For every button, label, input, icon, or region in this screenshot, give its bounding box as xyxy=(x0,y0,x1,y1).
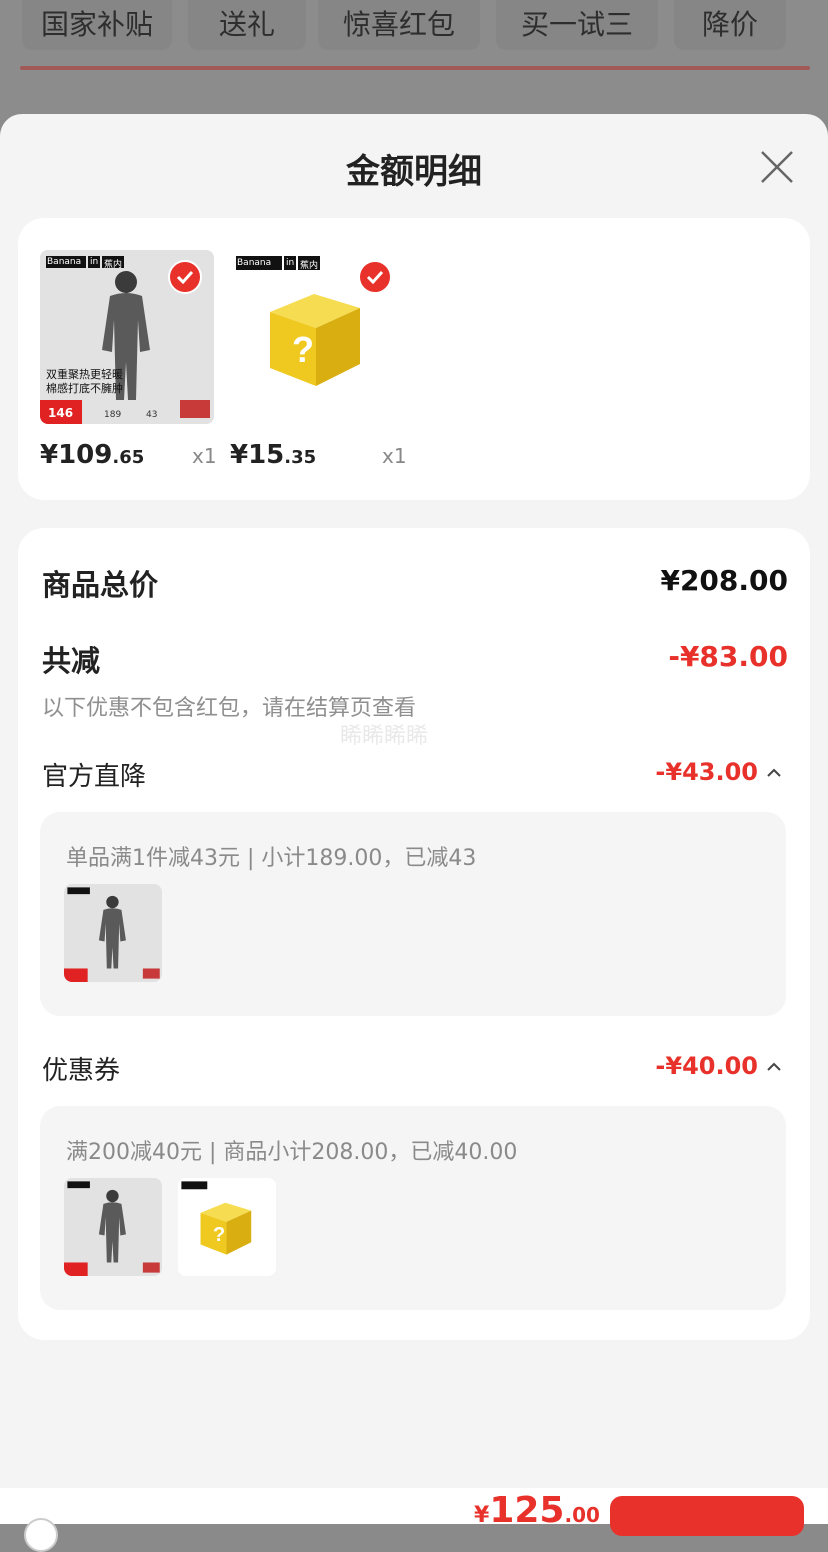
close-icon[interactable] xyxy=(760,150,794,184)
product-1-qty: x1 xyxy=(192,444,217,468)
total-price-label: 商品总价 xyxy=(42,568,159,602)
checkout-button[interactable] xyxy=(610,1496,804,1536)
coupon-product-image-2: ? xyxy=(178,1178,276,1276)
payable-currency: ¥ xyxy=(474,1503,490,1528)
product-1-check-icon[interactable] xyxy=(168,260,202,294)
thermal-underwear-mini-picture xyxy=(64,1178,162,1276)
coupon-product-image-1 xyxy=(64,1178,162,1276)
svg-text:?: ? xyxy=(292,329,314,370)
payable-int: 125 xyxy=(489,1490,565,1531)
product-image-tagline-2: 棉感打底不臃肿 xyxy=(46,382,123,395)
select-all-radio-icon[interactable] xyxy=(24,1518,58,1552)
tab-price-drop[interactable]: 降价 xyxy=(674,0,786,50)
direct-discount-product-image xyxy=(64,884,162,982)
product-image-brand-cn: 蕉内 xyxy=(300,261,319,271)
coupon-label: 优惠券 xyxy=(42,1056,121,1086)
coupon-value[interactable]: -¥40.00 xyxy=(655,1052,758,1080)
product-image-brand-cn: 蕉内 xyxy=(104,260,123,270)
product-1-price: ¥109.65 xyxy=(40,440,144,470)
direct-discount-label: 官方直降 xyxy=(42,762,147,792)
chevron-up-icon[interactable] xyxy=(766,1062,782,1072)
product-image-badge: 146 xyxy=(48,406,74,420)
direct-discount-detail-text: 单品满1件减43元 | 小计189.00，已减43 xyxy=(66,846,477,871)
products-card: Banana in 蕉内 双重聚热更轻暖 棉感打底不臃肿 146 189 43 … xyxy=(18,218,810,500)
product-image-stat-2: 43 xyxy=(146,410,158,420)
product-2-qty: x1 xyxy=(382,444,407,468)
payable-total: ¥125.00 xyxy=(474,1490,600,1531)
product-2-price-int: ¥15 xyxy=(230,440,285,470)
svg-text:?: ? xyxy=(213,1224,225,1246)
tab-national-subsidy[interactable]: 国家补贴 xyxy=(22,0,172,50)
product-image-stat-1: 189 xyxy=(104,410,122,420)
coupon-detail-text: 满200减40元 | 商品小计208.00，已减40.00 xyxy=(66,1140,518,1165)
total-price-value: ¥208.00 xyxy=(660,564,788,597)
amount-detail-sheet: 金额明细 Banana in 蕉内 双重聚热更轻暖 棉感打底不臃肿 146 18… xyxy=(0,114,828,1524)
total-reduction-value: -¥83.00 xyxy=(668,640,788,673)
direct-discount-detail: 单品满1件减43元 | 小计189.00，已减43 xyxy=(40,812,786,1016)
direct-discount-value[interactable]: -¥43.00 xyxy=(655,758,758,786)
product-image-brand-in: in xyxy=(90,257,99,267)
tab-buy-one-try-three[interactable]: 买一试三 xyxy=(496,0,658,50)
product-1-price-int: ¥109 xyxy=(40,440,113,470)
watermark: 睎睎睎睎 xyxy=(340,724,429,749)
product-image-brand-in: in xyxy=(286,258,295,268)
sheet-title: 金额明细 xyxy=(346,152,482,192)
product-image-brand: Banana xyxy=(47,257,82,267)
thermal-underwear-mini-picture xyxy=(64,884,162,982)
product-2-price: ¥15.35 xyxy=(230,440,316,470)
total-reduction-label: 共减 xyxy=(42,644,101,678)
chevron-up-icon[interactable] xyxy=(766,768,782,778)
tab-underline xyxy=(20,66,810,70)
product-image-brand: Banana xyxy=(237,258,272,268)
product-2-price-dec: .35 xyxy=(284,447,317,468)
product-2-check-icon[interactable] xyxy=(358,260,392,294)
payable-dec: .00 xyxy=(564,1503,600,1527)
mystery-box-mini-picture: ? xyxy=(178,1178,276,1276)
tab-surprise-red-packet[interactable]: 惊喜红包 xyxy=(318,0,480,50)
category-tab-bar: 国家补贴 送礼 惊喜红包 买一试三 降价 xyxy=(0,0,828,120)
product-1-price-dec: .65 xyxy=(112,447,145,468)
coupon-detail: 满200减40元 | 商品小计208.00，已减40.00 ? xyxy=(40,1106,786,1310)
price-summary-card: 商品总价 ¥208.00 共减 -¥83.00 以下优惠不包含红包，请在结算页查… xyxy=(18,528,810,1340)
tab-gift[interactable]: 送礼 xyxy=(188,0,306,50)
